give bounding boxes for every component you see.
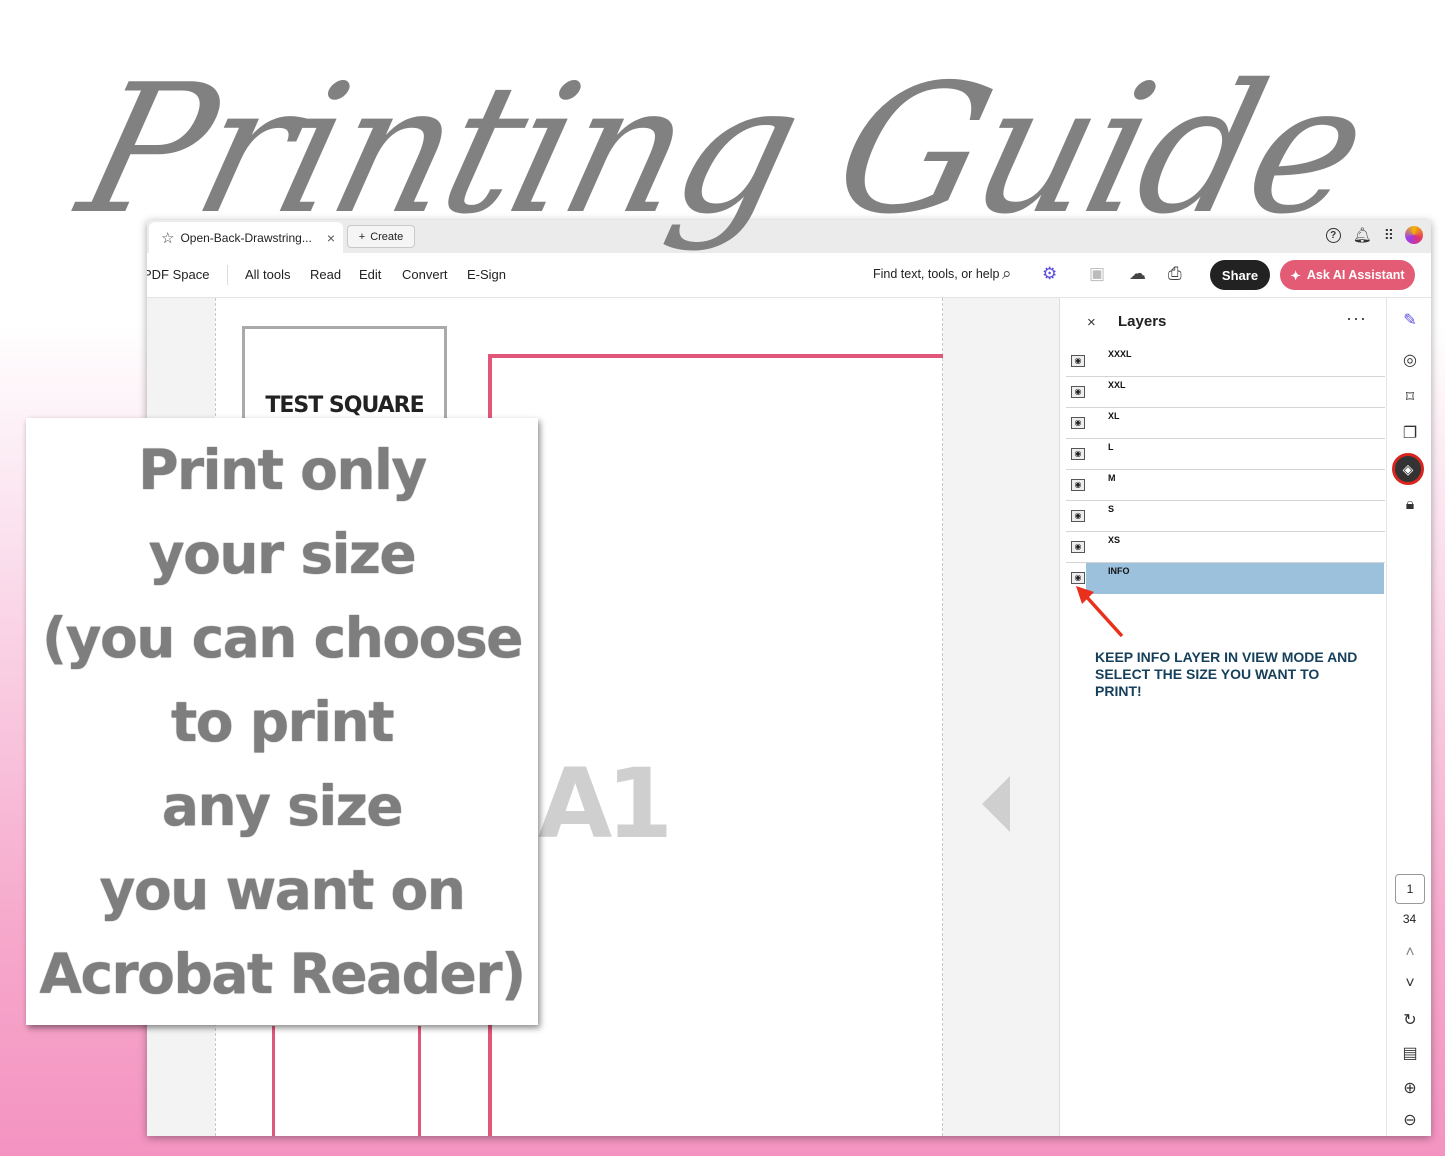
callout-line: any size bbox=[161, 774, 404, 838]
avatar[interactable] bbox=[1405, 226, 1423, 244]
eye-icon[interactable]: ◉ bbox=[1071, 448, 1085, 460]
layer-row-xl[interactable]: ◉ XL bbox=[1066, 408, 1385, 439]
layer-row-xs[interactable]: ◉ XS bbox=[1066, 532, 1385, 563]
print-icon[interactable]: ⎙ bbox=[1168, 264, 1182, 284]
close-icon[interactable]: × bbox=[1087, 314, 1096, 331]
layer-row-xxl[interactable]: ◉ XXL bbox=[1066, 377, 1385, 408]
document-tab[interactable]: ☆ Open-Back-Drawstring... × bbox=[149, 222, 343, 253]
menu-all-tools[interactable]: All tools bbox=[245, 267, 291, 282]
rotate-icon[interactable]: ↻ bbox=[1399, 1010, 1421, 1030]
layers-title: Layers bbox=[1118, 313, 1167, 330]
save-icon[interactable]: ▣ bbox=[1089, 264, 1105, 284]
ai-summary-icon[interactable]: ✎ bbox=[1399, 310, 1421, 330]
eye-icon[interactable]: ◉ bbox=[1071, 386, 1085, 398]
pages-icon[interactable]: ❐ bbox=[1399, 423, 1421, 443]
search-label[interactable]: Find text, tools, or help bbox=[873, 267, 999, 281]
help-icon[interactable]: ? bbox=[1325, 227, 1341, 243]
menu-esign[interactable]: E-Sign bbox=[467, 267, 506, 282]
eye-icon[interactable]: ◉ bbox=[1071, 572, 1085, 584]
comment-icon[interactable]: ◎ bbox=[1399, 350, 1421, 370]
previous-page-arrow[interactable] bbox=[982, 776, 1010, 832]
apps-grid-icon[interactable]: ⠿ bbox=[1384, 227, 1394, 244]
callout-line: you want on bbox=[99, 858, 466, 922]
create-button[interactable]: + Create bbox=[347, 225, 415, 248]
callout-line: to print bbox=[170, 690, 395, 754]
print-instructions-callout: Print only your size (you can choose to … bbox=[26, 418, 538, 1025]
menu-divider bbox=[227, 265, 228, 285]
share-button[interactable]: Share bbox=[1210, 260, 1270, 290]
layers-panel: × Layers ··· ◉ XXXL ◉ XXL ◉ XL ◉ L ◉ M ◉… bbox=[1059, 298, 1387, 1136]
lock-icon[interactable]: 🔒︎ bbox=[1399, 496, 1421, 514]
search-icon[interactable]: ⌕ bbox=[1002, 264, 1012, 284]
page-total: 34 bbox=[1402, 912, 1417, 926]
callout-line: your size bbox=[148, 522, 417, 586]
document-tab-title: Open-Back-Drawstring... bbox=[180, 230, 312, 245]
callout-line: Print only bbox=[138, 438, 427, 502]
ai-tools-icon[interactable]: ⚙ bbox=[1042, 264, 1057, 284]
ai-chat-icon: ✦ bbox=[1290, 268, 1301, 283]
chevron-down-icon[interactable]: ˅ bbox=[1399, 975, 1421, 993]
menu-read[interactable]: Read bbox=[310, 267, 341, 282]
selected-layer-highlight bbox=[1086, 563, 1384, 594]
plus-icon: + bbox=[358, 230, 366, 243]
menu-bar: PDF Space All tools Read Edit Convert E-… bbox=[147, 253, 1431, 298]
cloud-upload-icon[interactable]: ☁ bbox=[1129, 264, 1146, 284]
zoom-in-icon[interactable]: ⊕ bbox=[1399, 1078, 1421, 1098]
eye-icon[interactable]: ◉ bbox=[1071, 479, 1085, 491]
zoom-out-icon[interactable]: ⊖ bbox=[1399, 1110, 1421, 1130]
right-tool-rail: ✎ ◎ ⌑ ❐ ◈ 🔒︎ 1 34 ˄ ˅ ↻ ▤ ⊕ ⊖ bbox=[1386, 298, 1431, 1136]
menu-convert[interactable]: Convert bbox=[402, 267, 448, 282]
callout-line: Acrobat Reader) bbox=[39, 942, 526, 1006]
fit-page-icon[interactable]: ▤ bbox=[1399, 1043, 1421, 1063]
eye-icon[interactable]: ◉ bbox=[1071, 510, 1085, 522]
bell-icon[interactable]: 🔔︎ bbox=[1353, 226, 1372, 244]
menu-edit[interactable]: Edit bbox=[359, 267, 381, 282]
eye-icon[interactable]: ◉ bbox=[1071, 355, 1085, 367]
more-options-icon[interactable]: ··· bbox=[1346, 308, 1367, 329]
layer-row-l[interactable]: ◉ L bbox=[1066, 439, 1385, 470]
red-arrow-icon bbox=[1076, 586, 1124, 638]
pattern-vertical-line bbox=[418, 1026, 421, 1136]
ask-ai-assistant-button[interactable]: ✦ Ask AI Assistant bbox=[1280, 260, 1415, 290]
eye-icon[interactable]: ◉ bbox=[1071, 417, 1085, 429]
layer-row-s[interactable]: ◉ S bbox=[1066, 501, 1385, 532]
callout-line: (you can choose bbox=[42, 606, 523, 670]
menu-pdf-space[interactable]: PDF Space bbox=[147, 267, 209, 282]
eye-icon[interactable]: ◉ bbox=[1071, 541, 1085, 553]
tab-bar: ☆ Open-Back-Drawstring... × + Create ? 🔔… bbox=[147, 220, 1431, 253]
current-page-field[interactable]: 1 bbox=[1395, 874, 1425, 904]
pattern-vertical-line bbox=[272, 1026, 275, 1136]
layers-icon[interactable]: ◈ bbox=[1392, 453, 1424, 485]
top-right-icons: ? 🔔︎ ⠿ bbox=[1325, 226, 1423, 244]
test-square-label: TEST SQUARE bbox=[265, 393, 424, 418]
close-icon[interactable]: × bbox=[327, 230, 335, 246]
layer-row-m[interactable]: ◉ M bbox=[1066, 470, 1385, 501]
chevron-up-icon[interactable]: ˄ bbox=[1399, 944, 1421, 962]
layer-row-xxxl[interactable]: ◉ XXXL bbox=[1066, 346, 1385, 377]
star-icon[interactable]: ☆ bbox=[161, 229, 174, 247]
pattern-top-line bbox=[488, 354, 943, 358]
info-layer-instruction: KEEP INFO LAYER IN VIEW MODE AND SELECT … bbox=[1095, 649, 1358, 699]
page-size-label: A1 bbox=[538, 748, 673, 860]
bookmark-icon[interactable]: ⌑ bbox=[1399, 387, 1421, 407]
